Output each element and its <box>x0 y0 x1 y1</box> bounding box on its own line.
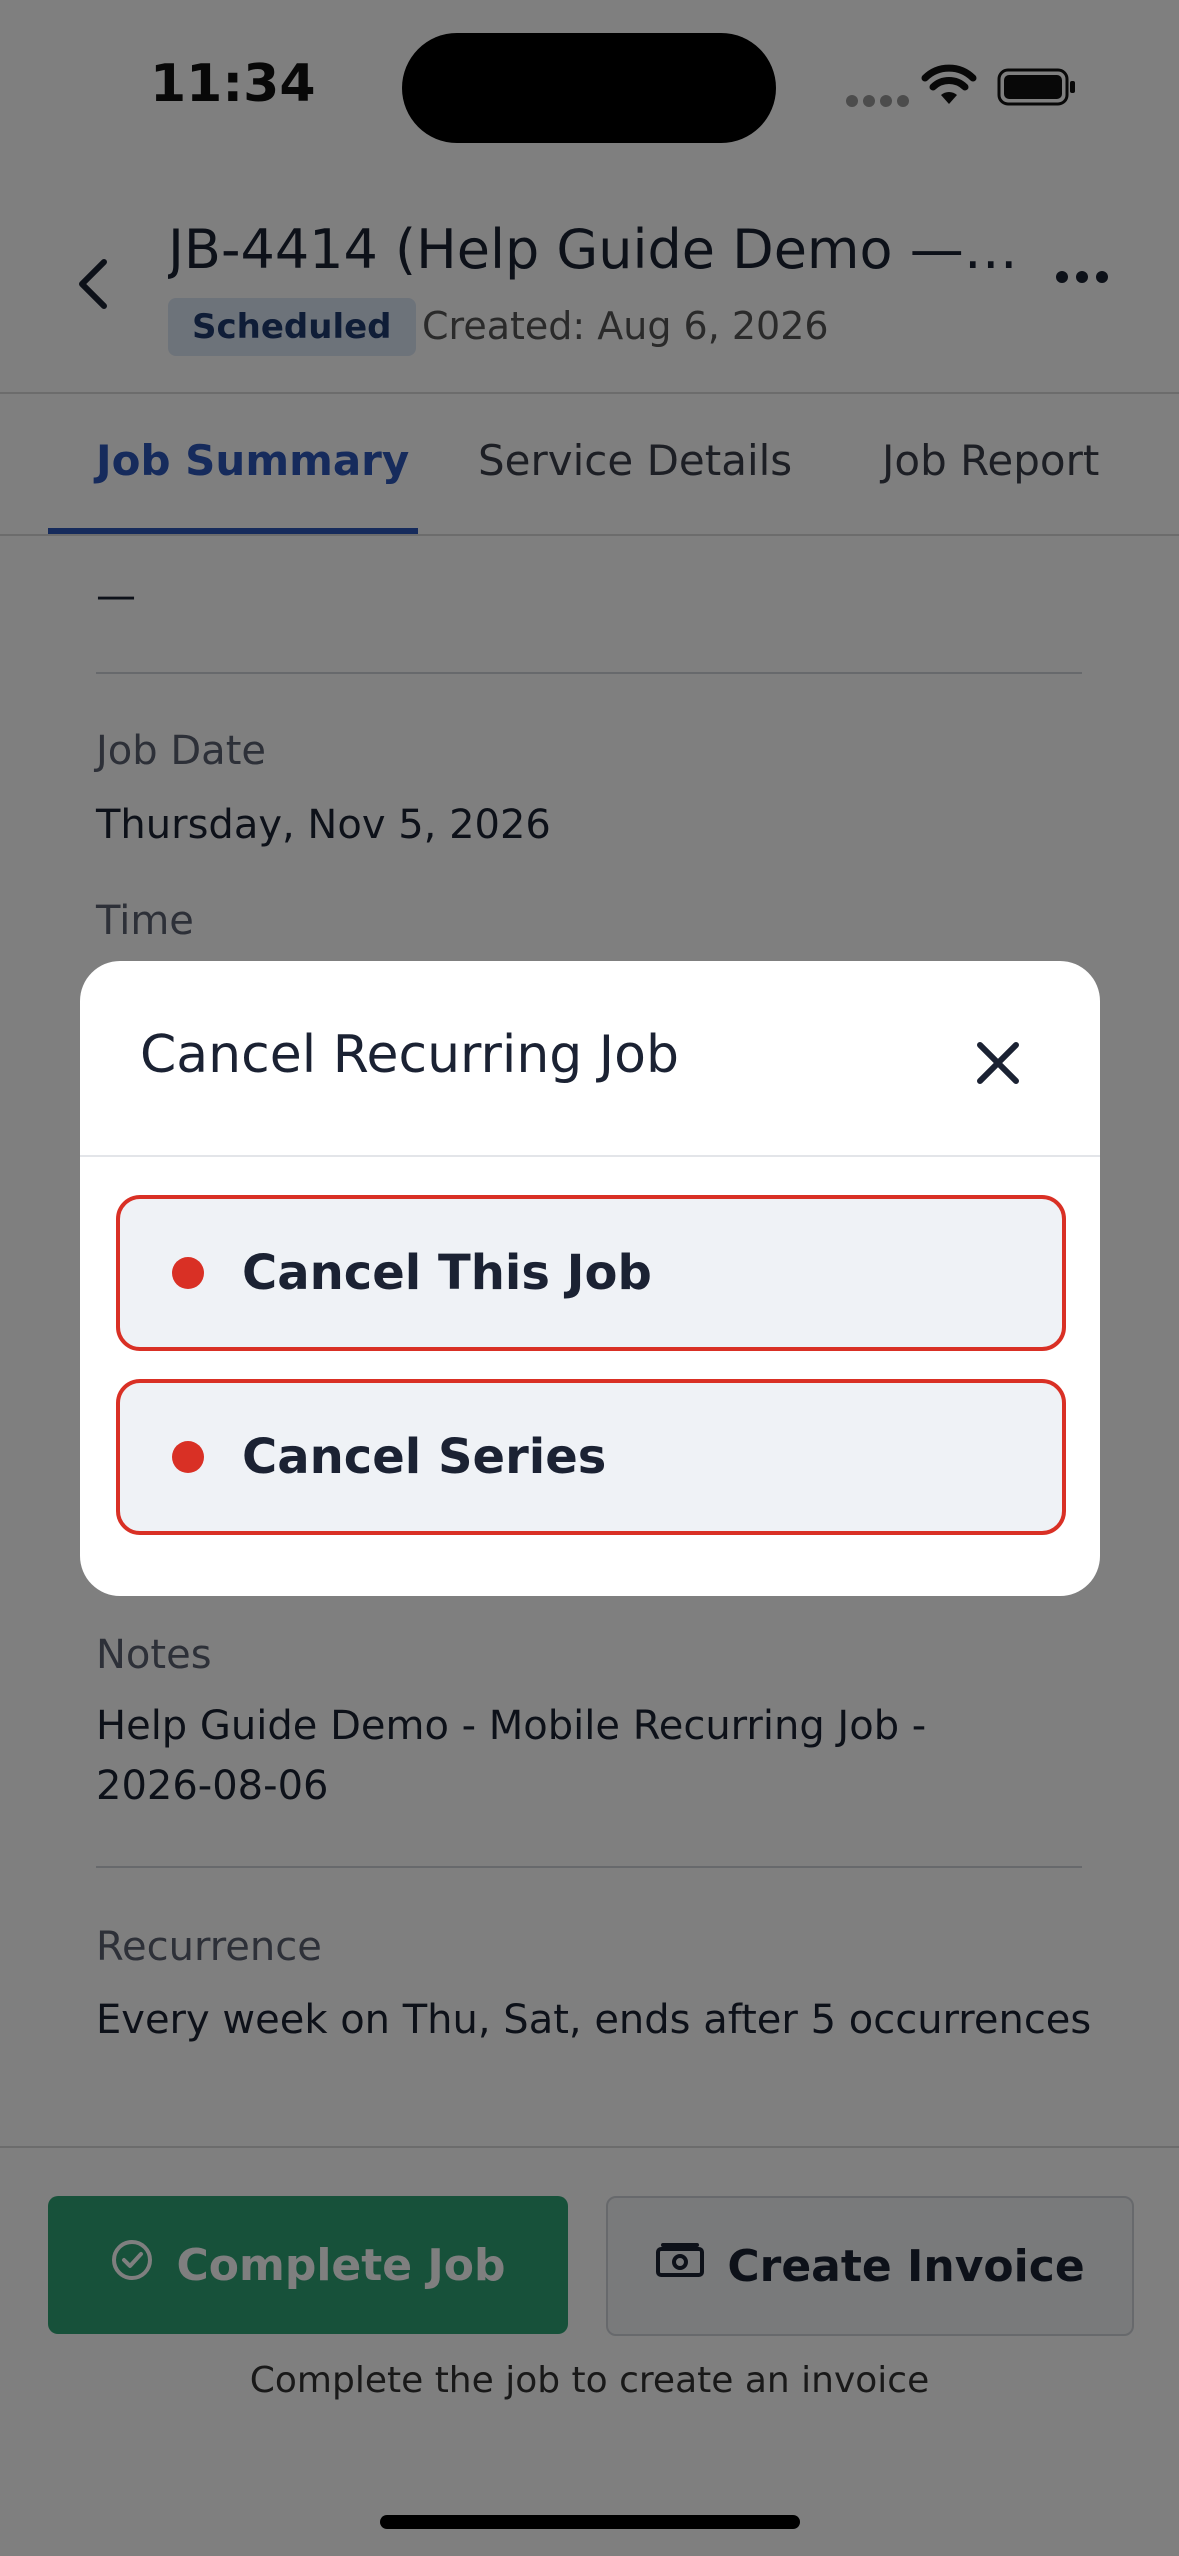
modal-title: Cancel Recurring Job <box>140 1025 679 1085</box>
close-icon[interactable] <box>968 1033 1028 1097</box>
modal-divider <box>80 1155 1100 1157</box>
red-dot-icon <box>172 1441 204 1473</box>
cancel-this-job-button[interactable]: Cancel This Job <box>116 1195 1066 1351</box>
cancel-recurring-modal: Cancel Recurring Job Cancel This Job Can… <box>80 961 1100 1596</box>
cancel-this-job-label: Cancel This Job <box>242 1245 652 1301</box>
cancel-series-button[interactable]: Cancel Series <box>116 1379 1066 1535</box>
home-indicator <box>380 2515 800 2529</box>
red-dot-icon <box>172 1257 204 1289</box>
cancel-series-label: Cancel Series <box>242 1429 607 1485</box>
